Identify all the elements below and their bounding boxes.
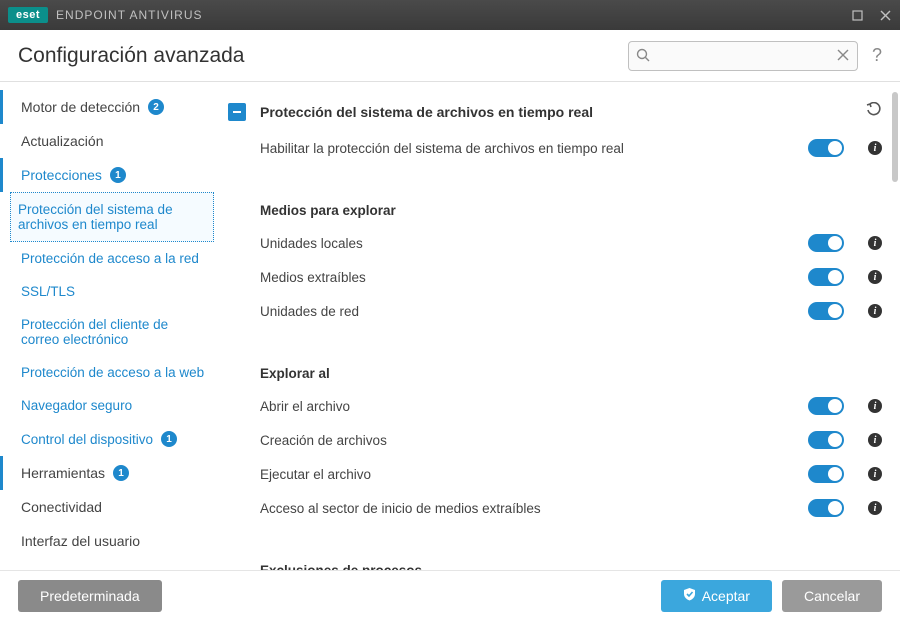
setting-label: Ejecutar el archivo (260, 467, 808, 482)
sidebar-item-ssl-tls[interactable]: SSL/TLS (0, 275, 218, 308)
cancel-button[interactable]: Cancelar (782, 580, 882, 612)
group-title: Exclusiones de procesos (260, 563, 882, 570)
setting-label: Medios extraíbles (260, 270, 808, 285)
scrollbar[interactable] (892, 92, 898, 182)
maximize-icon[interactable] (850, 8, 864, 22)
info-icon[interactable]: i (868, 501, 882, 515)
search-icon (636, 48, 651, 66)
sidebar-item-label: Protecciones (21, 167, 102, 183)
toggle-removable-media[interactable] (808, 268, 844, 286)
help-icon[interactable]: ? (872, 45, 882, 66)
setting-label: Creación de archivos (260, 433, 808, 448)
info-icon[interactable]: i (868, 304, 882, 318)
sidebar-item-secure-browser[interactable]: Navegador seguro (0, 389, 218, 422)
default-button[interactable]: Predeterminada (18, 580, 162, 612)
sidebar-item-notifications[interactable]: Notificaciones (0, 558, 218, 570)
header: Configuración avanzada ? (0, 30, 900, 82)
badge: 1 (113, 465, 129, 481)
setting-row: Unidades locales i (228, 226, 882, 260)
toggle-enable-realtime[interactable] (808, 139, 844, 157)
sidebar-item-protections[interactable]: Protecciones 1 (0, 158, 218, 192)
sidebar-item-label: Herramientas (21, 465, 105, 481)
clear-search-icon[interactable] (836, 48, 850, 65)
setting-row: Habilitar la protección del sistema de a… (228, 131, 882, 165)
accept-label: Aceptar (702, 588, 750, 604)
info-icon[interactable]: i (868, 467, 882, 481)
content-pane: Protección del sistema de archivos en ti… (218, 82, 900, 570)
sidebar-item-label: Navegador seguro (21, 398, 132, 413)
sidebar-item-email-client[interactable]: Protección del cliente de correo electró… (0, 308, 218, 356)
group-heading: Exclusiones de procesos (228, 555, 882, 570)
toggle-file-exec[interactable] (808, 465, 844, 483)
setting-row: Acceso al sector de inicio de medios ext… (228, 491, 882, 525)
sidebar-item-label: Interfaz del usuario (21, 533, 140, 549)
close-icon[interactable] (878, 8, 892, 22)
info-icon[interactable]: i (868, 236, 882, 250)
sidebar-item-web-access[interactable]: Protección de acceso a la web (0, 356, 218, 389)
sidebar-item-network-access[interactable]: Protección de acceso a la red (0, 242, 218, 275)
toggle-local-drives[interactable] (808, 234, 844, 252)
sidebar-item-label: Control del dispositivo (21, 432, 153, 447)
sidebar-item-label: Protección del sistema de archivos en ti… (18, 202, 203, 232)
badge: 1 (110, 167, 126, 183)
collapse-icon[interactable] (228, 103, 246, 121)
sidebar-item-tools[interactable]: Herramientas 1 (0, 456, 218, 490)
sidebar: Motor de detección 2 Actualización Protec… (0, 82, 218, 570)
sidebar-item-update[interactable]: Actualización (0, 124, 218, 158)
setting-label: Unidades locales (260, 236, 808, 251)
setting-row: Ejecutar el archivo i (228, 457, 882, 491)
badge: 1 (161, 431, 177, 447)
sidebar-item-label: Protección de acceso a la red (21, 251, 199, 266)
badge: 2 (148, 99, 164, 115)
page-title: Configuración avanzada (18, 44, 245, 68)
sidebar-item-label: Motor de detección (21, 99, 140, 115)
setting-label: Unidades de red (260, 304, 808, 319)
group-heading: Explorar al (228, 358, 882, 389)
sidebar-item-label: Protección de acceso a la web (21, 365, 204, 380)
toggle-file-create[interactable] (808, 431, 844, 449)
product-name: ENDPOINT ANTIVIRUS (56, 8, 202, 22)
sidebar-item-label: Actualización (21, 133, 104, 149)
group-title: Medios para explorar (260, 203, 882, 218)
section-header: Protección del sistema de archivos en ti… (228, 92, 882, 131)
setting-label: Habilitar la protección del sistema de a… (260, 141, 808, 156)
section-title: Protección del sistema de archivos en ti… (260, 104, 866, 120)
group-heading: Medios para explorar (228, 195, 882, 226)
shield-icon (683, 587, 696, 604)
sidebar-item-detection-engine[interactable]: Motor de detección 2 (0, 90, 218, 124)
search-wrap (628, 41, 858, 71)
sidebar-item-label: Protección del cliente de correo electró… (21, 317, 208, 347)
group-title: Explorar al (260, 366, 882, 381)
sidebar-item-connectivity[interactable]: Conectividad (0, 490, 218, 524)
setting-label: Acceso al sector de inicio de medios ext… (260, 501, 808, 516)
undo-icon[interactable] (866, 102, 882, 121)
body: Motor de detección 2 Actualización Protec… (0, 82, 900, 570)
toggle-boot-sector[interactable] (808, 499, 844, 517)
info-icon[interactable]: i (868, 433, 882, 447)
setting-row: Abrir el archivo i (228, 389, 882, 423)
toggle-file-open[interactable] (808, 397, 844, 415)
footer: Predeterminada Aceptar Cancelar (0, 570, 900, 620)
sidebar-item-ui[interactable]: Interfaz del usuario (0, 524, 218, 558)
info-icon[interactable]: i (868, 270, 882, 284)
setting-row: Creación de archivos i (228, 423, 882, 457)
setting-label: Abrir el archivo (260, 399, 808, 414)
brand-logo: eset (8, 7, 48, 23)
info-icon[interactable]: i (868, 141, 882, 155)
toggle-network-drives[interactable] (808, 302, 844, 320)
window-controls (850, 8, 892, 22)
sidebar-item-label: Conectividad (21, 499, 102, 515)
search-input[interactable] (628, 41, 858, 71)
sidebar-item-realtime-fs[interactable]: Protección del sistema de archivos en ti… (10, 192, 214, 242)
sidebar-item-label: SSL/TLS (21, 284, 75, 299)
sidebar-item-label: Notificaciones (21, 567, 108, 570)
titlebar: eset ENDPOINT ANTIVIRUS (0, 0, 900, 30)
setting-row: Medios extraíbles i (228, 260, 882, 294)
sidebar-item-device-control[interactable]: Control del dispositivo 1 (0, 422, 218, 456)
accept-button[interactable]: Aceptar (661, 580, 772, 612)
info-icon[interactable]: i (868, 399, 882, 413)
setting-row: Unidades de red i (228, 294, 882, 328)
